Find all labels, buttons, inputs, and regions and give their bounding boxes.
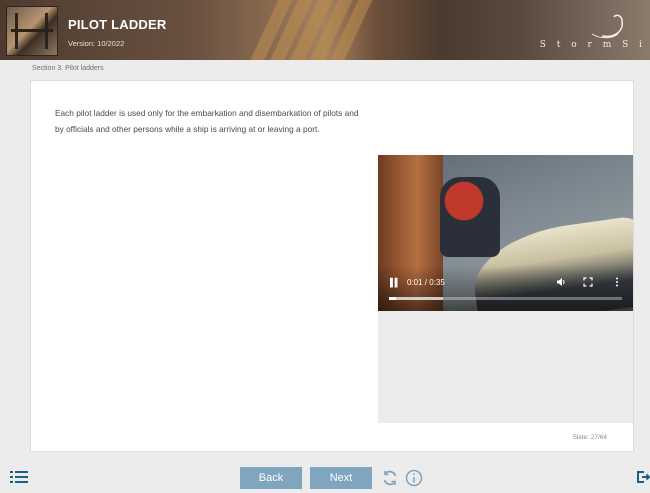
exit-icon[interactable] — [636, 470, 650, 484]
pilot-figure — [440, 177, 500, 257]
video-progress-bar[interactable] — [389, 297, 622, 300]
info-icon[interactable] — [405, 469, 423, 487]
replay-icon[interactable] — [381, 469, 399, 487]
video-controls-shade — [378, 265, 633, 311]
slide-content: Each pilot ladder is used only for the e… — [30, 80, 634, 452]
video-time: 0:01 / 0:35 — [407, 278, 445, 287]
brand-logo: S t o r m S i — [540, 12, 646, 56]
course-title: PILOT LADDER — [68, 17, 167, 32]
slide-counter: Slide: 27/64 — [572, 434, 607, 441]
breadcrumb: Section 3. Pilot ladders — [32, 65, 104, 72]
video-progress-fill — [389, 297, 396, 300]
course-thumbnail — [6, 6, 58, 56]
slide-text: Each pilot ladder is used only for the e… — [55, 108, 359, 134]
fullscreen-icon[interactable] — [583, 277, 593, 290]
pause-icon[interactable]: ▌▌ — [390, 278, 400, 288]
course-version: Version: 10/2022 — [68, 39, 125, 48]
course-header: PILOT LADDER Version: 10/2022 S t o r m … — [0, 0, 650, 60]
volume-icon[interactable] — [556, 277, 566, 290]
brand-text: S t o r m S i — [539, 40, 646, 50]
video-buffer-fill — [389, 297, 443, 300]
media-panel: ▌▌ 0:01 / 0:35 — [378, 155, 633, 423]
next-button[interactable]: Next — [310, 467, 372, 489]
more-options-icon[interactable] — [615, 277, 619, 290]
video-player[interactable]: ▌▌ 0:01 / 0:35 — [378, 155, 633, 311]
brand-swirl-icon — [591, 14, 623, 39]
back-button[interactable]: Back — [240, 467, 302, 489]
menu-icon[interactable] — [10, 470, 28, 484]
